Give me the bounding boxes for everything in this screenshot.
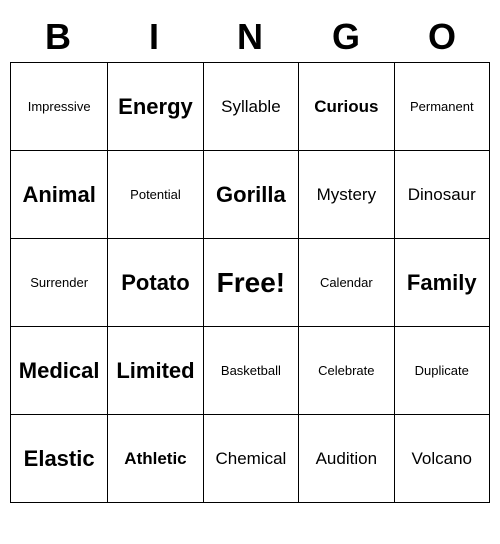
- grid-row-1: AnimalPotentialGorillaMysteryDinosaur: [11, 151, 490, 239]
- grid-cell-3-2: Basketball: [203, 327, 298, 415]
- bingo-letter-O: O: [398, 16, 486, 58]
- grid-cell-4-0: Elastic: [11, 415, 108, 503]
- grid-cell-0-3: Curious: [299, 63, 394, 151]
- grid-cell-4-4: Volcano: [394, 415, 489, 503]
- grid-cell-0-0: Impressive: [11, 63, 108, 151]
- grid-cell-1-4: Dinosaur: [394, 151, 489, 239]
- grid-cell-3-1: Limited: [108, 327, 203, 415]
- grid-cell-1-3: Mystery: [299, 151, 394, 239]
- grid-cell-1-1: Potential: [108, 151, 203, 239]
- grid-cell-1-0: Animal: [11, 151, 108, 239]
- grid-cell-0-2: Syllable: [203, 63, 298, 151]
- bingo-letter-G: G: [302, 16, 390, 58]
- grid-cell-2-3: Calendar: [299, 239, 394, 327]
- grid-cell-3-4: Duplicate: [394, 327, 489, 415]
- grid-cell-4-1: Athletic: [108, 415, 203, 503]
- grid-row-4: ElasticAthleticChemicalAuditionVolcano: [11, 415, 490, 503]
- grid-cell-2-4: Family: [394, 239, 489, 327]
- bingo-letter-I: I: [110, 16, 198, 58]
- grid-row-0: ImpressiveEnergySyllableCuriousPermanent: [11, 63, 490, 151]
- grid-cell-3-0: Medical: [11, 327, 108, 415]
- grid-cell-4-3: Audition: [299, 415, 394, 503]
- bingo-title: BINGO: [10, 10, 490, 62]
- grid-row-3: MedicalLimitedBasketballCelebrateDuplica…: [11, 327, 490, 415]
- bingo-letter-N: N: [206, 16, 294, 58]
- grid-cell-4-2: Chemical: [203, 415, 298, 503]
- grid-cell-0-4: Permanent: [394, 63, 489, 151]
- grid-cell-2-1: Potato: [108, 239, 203, 327]
- grid-row-2: SurrenderPotatoFree!CalendarFamily: [11, 239, 490, 327]
- grid-cell-3-3: Celebrate: [299, 327, 394, 415]
- grid-cell-0-1: Energy: [108, 63, 203, 151]
- grid-cell-2-2: Free!: [203, 239, 298, 327]
- grid-cell-2-0: Surrender: [11, 239, 108, 327]
- grid-cell-1-2: Gorilla: [203, 151, 298, 239]
- bingo-grid: ImpressiveEnergySyllableCuriousPermanent…: [10, 62, 490, 503]
- bingo-letter-B: B: [14, 16, 102, 58]
